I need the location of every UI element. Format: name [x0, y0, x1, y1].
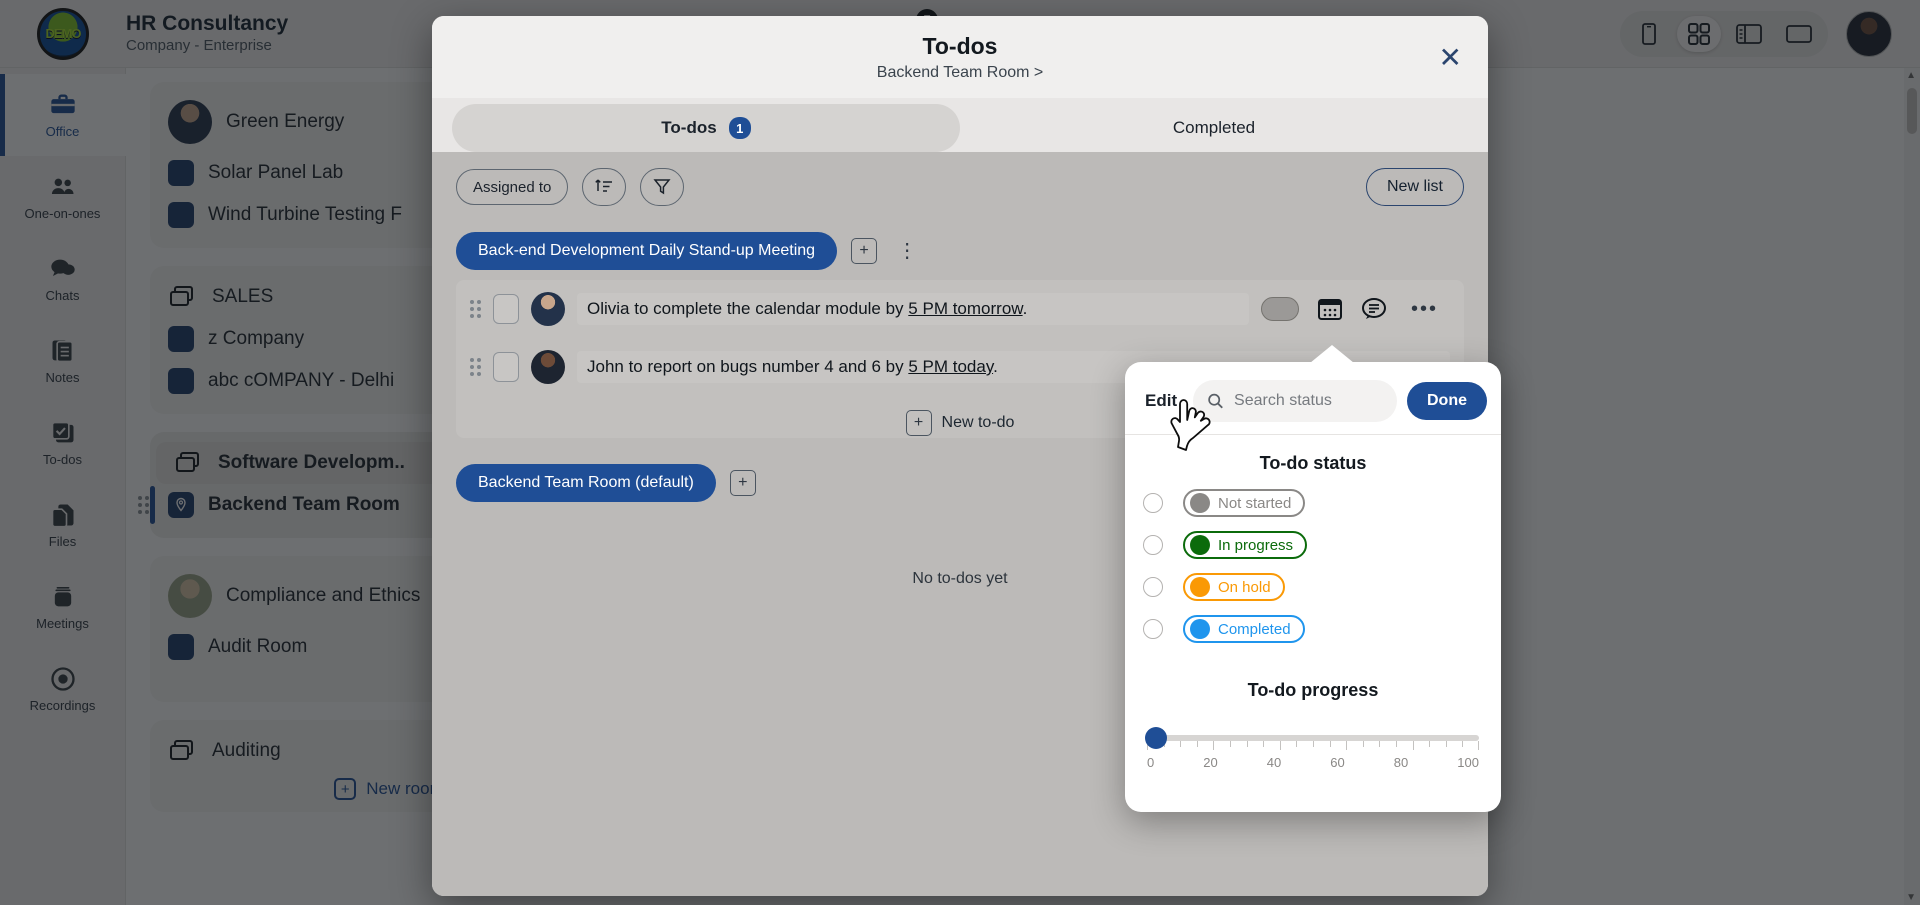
radio-button[interactable]: [1143, 577, 1163, 597]
app-window: DEMO HR Consultancy Company - Enterprise…: [0, 0, 1920, 905]
drag-handle-icon[interactable]: [470, 300, 481, 318]
search-status-input[interactable]: [1234, 392, 1383, 410]
popover-arrow: [1310, 345, 1354, 363]
modal-title: To-dos: [922, 32, 998, 59]
modal-tabs: To-dos 1 Completed: [432, 98, 1488, 152]
new-todo-label: New to-do: [941, 414, 1015, 431]
sort-button[interactable]: [582, 168, 627, 206]
slider-ticks: [1147, 741, 1479, 751]
slider-tick-label: 100: [1457, 755, 1479, 770]
slider-track[interactable]: [1145, 727, 1479, 750]
status-label: In progress: [1218, 536, 1294, 554]
chevron-right-icon: >: [1033, 63, 1044, 81]
search-status-box[interactable]: [1193, 380, 1397, 422]
radio-button[interactable]: [1143, 535, 1163, 555]
slider-tick-label: 0: [1147, 755, 1155, 770]
status-option-in-progress[interactable]: In progress: [1125, 524, 1501, 566]
list-header-row: Back-end Development Daily Stand-up Meet…: [456, 232, 1464, 270]
done-button[interactable]: Done: [1407, 382, 1487, 420]
slider-knob[interactable]: [1145, 727, 1167, 749]
todo-checkbox[interactable]: [493, 352, 519, 382]
tab-todos[interactable]: To-dos 1: [452, 104, 960, 152]
assigned-to-label: Assigned to: [473, 178, 552, 196]
new-list-label: New list: [1386, 178, 1443, 195]
radio-button[interactable]: [1143, 619, 1163, 639]
progress-slider[interactable]: 0 20 40 60 80 100: [1125, 709, 1501, 770]
tab-count-badge: 1: [728, 117, 751, 139]
todo-due-link[interactable]: 5 PM tomorrow: [908, 299, 1022, 318]
todo-text-after: .: [993, 357, 998, 376]
status-dot-icon: [1190, 619, 1210, 639]
list-name-pill[interactable]: Backend Team Room (default): [456, 464, 716, 502]
todo-assignee-avatar: [531, 292, 565, 326]
todo-text-before: John to report on bugs number 4 and 6 by: [587, 357, 909, 376]
slider-tick-label: 20: [1203, 755, 1218, 770]
status-chip: Not started: [1183, 489, 1306, 517]
progress-section-title: To-do progress: [1247, 680, 1379, 700]
status-dot-icon: [1190, 493, 1210, 513]
add-square-icon[interactable]: +: [851, 238, 878, 264]
kebab-menu-icon[interactable]: ⋮: [891, 241, 923, 261]
close-icon[interactable]: ✕: [1439, 44, 1462, 72]
modal-toolbar: Assigned to New list: [432, 152, 1488, 218]
list-name-pill[interactable]: Back-end Development Daily Stand-up Meet…: [456, 232, 838, 270]
slider-tick-label: 60: [1330, 755, 1345, 770]
status-option-completed[interactable]: Completed: [1125, 608, 1501, 650]
status-dot-icon: [1190, 535, 1210, 555]
slider-tick-labels: 0 20 40 60 80 100: [1147, 755, 1479, 770]
filter-icon: [653, 179, 671, 195]
modal-subtitle[interactable]: Backend Team Room >: [877, 64, 1043, 82]
status-label: On hold: [1218, 578, 1271, 596]
status-option-on-hold[interactable]: On hold: [1125, 566, 1501, 608]
status-label: Not started: [1218, 494, 1292, 512]
add-square-icon[interactable]: +: [729, 470, 756, 496]
slider-tick-label: 80: [1393, 755, 1409, 770]
radio-button[interactable]: [1143, 493, 1163, 513]
todo-row-actions: •••: [1260, 297, 1450, 321]
slider-tick-label: 40: [1266, 755, 1282, 770]
todo-due-link[interactable]: 5 PM today: [908, 357, 993, 376]
modal-header: To-dos Backend Team Room > ✕: [432, 16, 1488, 98]
status-dot-icon: [1190, 577, 1210, 597]
add-square-icon: +: [905, 410, 932, 436]
more-options-icon[interactable]: •••: [1405, 299, 1444, 319]
hand-cursor: [1170, 399, 1211, 451]
comment-icon[interactable]: [1361, 297, 1387, 321]
filter-button[interactable]: [640, 168, 685, 206]
tab-completed[interactable]: Completed: [960, 104, 1468, 152]
status-pill-icon[interactable]: [1260, 297, 1299, 321]
todo-row[interactable]: Olivia to complete the calendar module b…: [456, 280, 1464, 338]
sort-ascending-icon: [595, 179, 613, 192]
status-chip: Completed: [1183, 615, 1305, 643]
todo-assignee-avatar: [531, 350, 565, 384]
status-option-not-started[interactable]: Not started: [1125, 482, 1501, 524]
status-chip: On hold: [1183, 573, 1285, 601]
new-list-button[interactable]: New list: [1365, 168, 1464, 206]
drag-handle-icon[interactable]: [470, 358, 481, 376]
todo-text[interactable]: Olivia to complete the calendar module b…: [577, 293, 1249, 325]
assigned-to-filter-button[interactable]: Assigned to: [456, 169, 569, 205]
tab-label: Completed: [1172, 118, 1256, 137]
tab-label: To-dos: [661, 118, 717, 137]
modal-subtitle-text: Backend Team Room: [876, 63, 1030, 81]
status-chip: In progress: [1183, 531, 1308, 559]
todo-checkbox[interactable]: [493, 294, 519, 324]
todo-text-before: Olivia to complete the calendar module b…: [587, 299, 909, 318]
status-label: Completed: [1218, 620, 1291, 638]
todo-text-after: .: [1022, 299, 1028, 318]
calendar-icon[interactable]: [1317, 297, 1343, 321]
